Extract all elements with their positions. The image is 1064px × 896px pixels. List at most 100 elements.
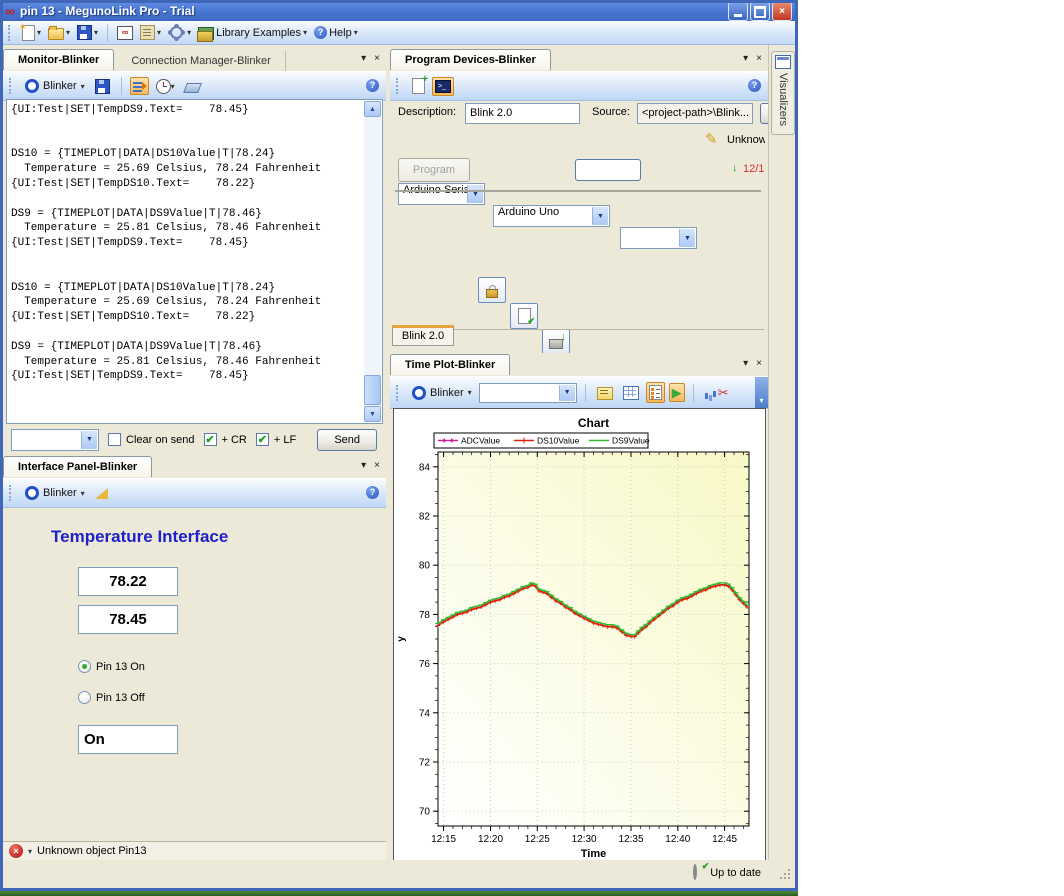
chevron-down-icon[interactable]: ▾ (94, 28, 98, 37)
help-menu-button[interactable]: ?Help▾ (312, 25, 360, 40)
save-button[interactable]: ▾ (75, 24, 100, 41)
source-path-input[interactable]: <project-path>\Blink... (637, 103, 753, 124)
maximize-button[interactable] (750, 2, 770, 21)
tab-connection-manager-blinker[interactable]: Connection Manager-Blinker (117, 51, 285, 71)
panel-menu-button[interactable]: ▾ (743, 53, 748, 65)
timestamp-button[interactable]: ▾ (153, 76, 178, 97)
clear-plot-button[interactable]: ✂ (715, 383, 732, 402)
chevron-down-icon[interactable]: ▾ (37, 28, 41, 37)
temp-ds10-field[interactable]: 78.22 (78, 567, 178, 596)
panel-close-button[interactable]: × (374, 460, 380, 472)
chevron-down-icon[interactable]: ▾ (28, 847, 32, 856)
clear-on-send-option[interactable]: Clear on send (108, 433, 195, 446)
help-icon[interactable]: ? (366, 79, 379, 92)
description-input[interactable]: Blink 2.0 (465, 103, 580, 124)
temp-ds9-field[interactable]: 78.45 (78, 605, 178, 634)
channel-combo[interactable]: ▼ (479, 383, 577, 403)
pin-state-field[interactable]: On (78, 725, 178, 754)
library-examples-button[interactable]: Library Examples▾ (196, 24, 309, 41)
chevron-down-icon[interactable]: ▾ (171, 82, 175, 91)
help-icon[interactable]: ? (366, 486, 379, 499)
toolbar-grip[interactable] (9, 78, 14, 94)
pencil-icon[interactable]: ✎ (705, 132, 718, 147)
tab-time-plot-blinker[interactable]: Time Plot-Blinker (390, 354, 510, 375)
panel-menu-button[interactable]: ▾ (361, 53, 366, 65)
chevron-down-icon[interactable]: ▼ (592, 207, 608, 225)
chevron-down-icon[interactable]: ▼ (559, 385, 575, 401)
title-bar[interactable]: ∞ pin 13 - MegunoLink Pro - Trial × (0, 0, 798, 21)
send-button[interactable]: Send (317, 429, 377, 451)
append-cr-option[interactable]: ✔+ CR (204, 433, 247, 446)
monitor-scrollbar[interactable]: ▲ ▼ (364, 101, 381, 422)
tab-interface-panel-blinker[interactable]: Interface Panel-Blinker (3, 456, 152, 477)
panel-close-button[interactable]: × (756, 358, 762, 370)
toolbar-grip[interactable] (396, 78, 401, 94)
chevron-down-icon[interactable]: ▾ (81, 489, 85, 498)
board-select[interactable]: Arduino Uno▼ (493, 205, 610, 227)
pin13-off-radio[interactable] (78, 691, 91, 704)
scroll-down-button[interactable]: ▼ (364, 406, 381, 422)
time-plot-chart[interactable]: 707274767880828412:1512:2012:2512:3012:3… (393, 408, 766, 862)
help-icon[interactable]: ? (748, 79, 761, 92)
visualizers-tab[interactable]: Visualizers (771, 51, 795, 135)
panel-menu-button[interactable]: ▾ (361, 460, 366, 472)
program-parameter-input[interactable] (575, 159, 641, 181)
monitor-source-select[interactable]: Blinker▾ (22, 78, 88, 94)
clear-on-send-checkbox[interactable] (108, 433, 121, 446)
close-button[interactable]: × (772, 2, 792, 21)
designer-button[interactable] (92, 485, 111, 502)
timeplot-source-select[interactable]: Blinker▾ (409, 385, 475, 401)
bar-chart-button[interactable] (702, 383, 711, 402)
chevron-down-icon[interactable]: ▾ (157, 28, 161, 37)
tab-blink-2-0[interactable]: Blink 2.0 (392, 325, 454, 346)
open-button[interactable]: ▾ (46, 24, 72, 41)
pin13-on-radio[interactable] (78, 660, 91, 673)
port-select[interactable]: ▼ (620, 227, 697, 249)
send-text-combo[interactable]: ▼ (11, 429, 99, 451)
script-button[interactable]: ▾ (138, 24, 163, 41)
cr-checkbox[interactable]: ✔ (204, 433, 217, 446)
visualizer-button[interactable]: ∞ (115, 25, 135, 41)
pin13-on-option[interactable]: Pin 13 On (78, 660, 145, 673)
pause-scroll-button[interactable] (130, 77, 149, 95)
series-list-button[interactable] (646, 382, 665, 403)
program-button[interactable]: Program (398, 158, 470, 182)
plot-properties-button[interactable] (594, 382, 616, 403)
scroll-up-button[interactable]: ▲ (364, 101, 381, 117)
panel-close-button[interactable]: × (756, 53, 762, 65)
chevron-down-icon[interactable]: ▾ (354, 28, 358, 37)
panel-close-button[interactable]: × (374, 53, 380, 65)
interface-source-select[interactable]: Blinker▾ (22, 485, 88, 501)
tab-monitor-blinker[interactable]: Monitor-Blinker (3, 49, 114, 70)
resize-grip[interactable] (781, 870, 790, 879)
save-log-button[interactable] (92, 76, 113, 97)
chevron-down-icon[interactable]: ▾ (66, 28, 70, 37)
new-project-button[interactable]: ✶▾ (20, 24, 43, 42)
data-table-button[interactable] (620, 383, 642, 403)
chevron-down-icon[interactable]: ▼ (679, 229, 695, 247)
lf-checkbox[interactable]: ✔ (256, 433, 269, 446)
chevron-down-icon[interactable]: ▼ (467, 185, 483, 203)
scrollbar-thumb[interactable] (364, 375, 381, 405)
toolbar-overflow-button[interactable]: ▾ (755, 377, 768, 408)
append-lf-option[interactable]: ✔+ LF (256, 433, 296, 446)
chevron-down-icon[interactable]: ▾ (468, 388, 472, 397)
tab-program-devices-blinker[interactable]: Program Devices-Blinker (390, 49, 551, 70)
chevron-down-icon[interactable]: ▾ (303, 28, 307, 37)
chevron-down-icon[interactable]: ▾ (187, 28, 191, 37)
show-console-button[interactable]: >_ (432, 77, 454, 96)
verify-button[interactable]: ✔ (510, 303, 538, 329)
lock-button[interactable] (478, 277, 506, 303)
toolbar-grip[interactable] (396, 385, 401, 401)
toolbar-grip[interactable] (8, 25, 13, 41)
new-programmer-button[interactable]: + (409, 75, 428, 97)
clear-monitor-button[interactable] (182, 76, 203, 96)
chevron-down-icon[interactable]: ▾ (81, 82, 85, 91)
run-plot-button[interactable]: ▶ (669, 383, 685, 402)
minimize-button[interactable] (728, 2, 748, 21)
chevron-down-icon[interactable]: ▼ (81, 431, 97, 449)
upload-button[interactable]: ↓ (542, 329, 570, 355)
serial-monitor-output[interactable]: {UI:Test|SET|TempDS9.Text= 78.45} DS10 =… (6, 99, 383, 424)
pin13-off-option[interactable]: Pin 13 Off (78, 691, 145, 704)
panel-menu-button[interactable]: ▾ (743, 358, 748, 370)
